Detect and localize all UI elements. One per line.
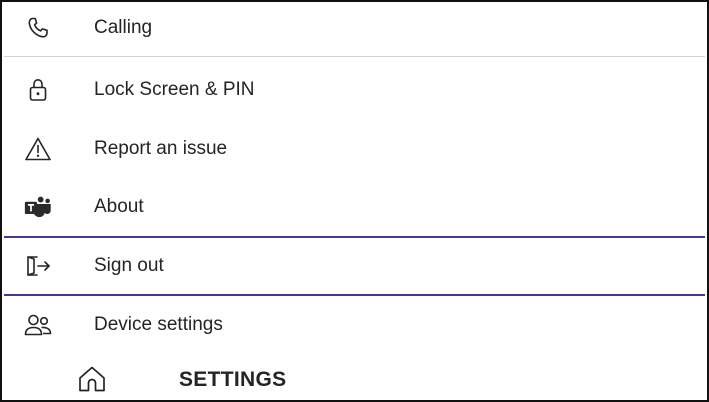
- menu-item-report-issue[interactable]: Report an issue: [4, 120, 705, 178]
- menu-item-label: Lock Screen & PIN: [94, 79, 255, 100]
- menu-item-label: Sign out: [94, 255, 164, 276]
- menu-item-lock-screen-pin[interactable]: Lock Screen & PIN: [4, 60, 705, 120]
- teams-logo-icon: [24, 193, 52, 221]
- menu-item-sign-out[interactable]: Sign out: [4, 236, 705, 296]
- menu-item-label: About: [94, 196, 144, 217]
- menu-item-label: Report an issue: [94, 138, 228, 159]
- menu-item-label: Calling: [94, 17, 153, 38]
- warning-icon: [24, 135, 52, 163]
- home-icon[interactable]: [74, 361, 110, 397]
- phone-icon: [24, 14, 52, 42]
- menu-item-device-settings[interactable]: Device settings: [4, 296, 705, 354]
- settings-screen: Calling Lock Screen & PIN Report an issu…: [0, 0, 709, 402]
- people-icon: [24, 311, 52, 339]
- page-title: SETTINGS: [179, 368, 287, 391]
- menu-item-calling[interactable]: Calling: [4, 2, 705, 57]
- menu-item-about[interactable]: About: [4, 178, 705, 236]
- lock-icon: [24, 76, 52, 104]
- menu-item-label: Device settings: [94, 314, 223, 335]
- bottom-bar: SETTINGS: [4, 356, 705, 400]
- sign-out-icon: [24, 252, 52, 280]
